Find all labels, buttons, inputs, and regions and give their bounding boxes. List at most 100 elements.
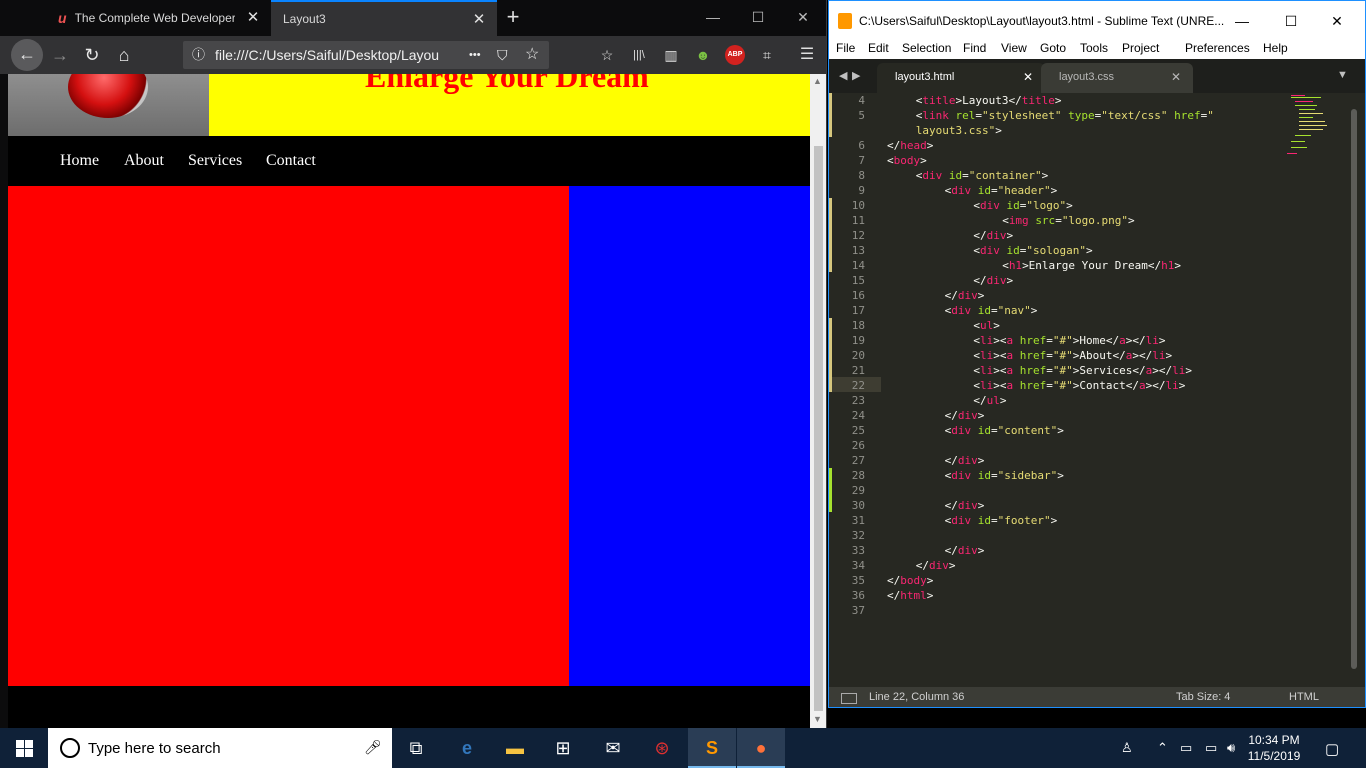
menu-goto[interactable]: Goto: [1040, 41, 1066, 55]
maximize-button[interactable]: ☐: [746, 6, 770, 28]
back-button[interactable]: ←: [11, 39, 43, 71]
editor-tab-layout3-html[interactable]: layout3.html ✕: [877, 63, 1045, 93]
code-line[interactable]: <img src="logo.png">: [1002, 214, 1134, 227]
close-icon[interactable]: ✕: [1023, 63, 1033, 91]
close-icon[interactable]: ✕: [1171, 63, 1181, 91]
syntax-mode[interactable]: HTML: [1289, 691, 1319, 703]
bookmark-star-icon[interactable]: ☆: [525, 41, 539, 69]
menu-selection[interactable]: Selection: [902, 41, 951, 55]
forward-button[interactable]: →: [45, 40, 75, 70]
search-box[interactable]: Type here to search 🎤︎: [48, 728, 392, 768]
panel-toggle-icon[interactable]: [841, 693, 857, 704]
notification-icon[interactable]: ▢: [1325, 740, 1339, 758]
menu-project[interactable]: Project: [1122, 41, 1159, 55]
close-icon[interactable]: ✕: [471, 12, 487, 28]
file-explorer-icon[interactable]: ▬: [491, 728, 539, 768]
minimize-button[interactable]: —: [701, 6, 725, 28]
edge-icon[interactable]: e: [443, 728, 491, 768]
task-view-icon[interactable]: ⧉: [392, 728, 440, 768]
code-line[interactable]: </head>: [887, 139, 933, 152]
page-scrollbar[interactable]: ▲ ▼: [810, 74, 826, 728]
code-line[interactable]: <div id="container">: [916, 169, 1048, 182]
minimize-button[interactable]: —: [1231, 11, 1253, 31]
menu-preferences[interactable]: Preferences: [1185, 41, 1250, 55]
code-line[interactable]: </div>: [916, 559, 956, 572]
editor-tab-layout3-css[interactable]: layout3.css ✕: [1041, 63, 1193, 93]
menu-edit[interactable]: Edit: [868, 41, 889, 55]
chevron-up-icon[interactable]: ⌃: [1157, 740, 1168, 756]
browser-tab-layout3[interactable]: Layout3 ✕: [271, 0, 497, 36]
sidebar-icon[interactable]: ▥: [661, 45, 681, 65]
code-line[interactable]: <div id="sologan">: [973, 244, 1092, 257]
close-window-button[interactable]: ✕: [791, 6, 815, 28]
code-line[interactable]: <body>: [887, 154, 927, 167]
extension-icon[interactable]: ☻: [693, 45, 713, 65]
code-editor[interactable]: 4 5 6 7 8 9 10 11 12 13 14 15 16 17 18 19 20 21 22 23 24 25 26…: [829, 93, 1365, 687]
store-icon[interactable]: ⊞: [539, 728, 587, 768]
code-line[interactable]: <div id="header">: [945, 184, 1058, 197]
url-text[interactable]: file:///C:/Users/Saiful/Desktop/Layou: [215, 41, 465, 69]
code-line[interactable]: </div>: [945, 409, 985, 422]
clock[interactable]: 10:34 PM 11/5/2019: [1244, 732, 1304, 764]
code-line[interactable]: <h1>Enlarge Your Dream</h1>: [1002, 259, 1181, 272]
info-icon[interactable]: ⓘ: [192, 41, 205, 69]
battery-icon[interactable]: ▭: [1205, 740, 1217, 756]
code-line[interactable]: <div id="sidebar">: [945, 469, 1064, 482]
nav-link-home[interactable]: Home: [60, 152, 99, 170]
maximize-button[interactable]: ☐: [1280, 11, 1302, 31]
code-line[interactable]: </ul>: [973, 394, 1006, 407]
volume-icon[interactable]: 🔊︎: [1227, 740, 1235, 756]
code-line[interactable]: </div>: [973, 229, 1013, 242]
close-icon[interactable]: ✕: [245, 10, 261, 26]
tab-left-icon[interactable]: ◀: [839, 69, 847, 82]
minimap[interactable]: [1281, 93, 1351, 173]
code-line[interactable]: <title>Layout3</title>: [916, 94, 1062, 107]
library-icon[interactable]: |||\: [629, 45, 649, 65]
start-button[interactable]: [0, 728, 48, 768]
scroll-down-icon[interactable]: ▼: [813, 714, 822, 724]
editor-scrollbar[interactable]: [1351, 109, 1357, 669]
browser-tab-course[interactable]: u The Complete Web Developer ✕: [46, 0, 271, 36]
adblock-icon[interactable]: ABP: [725, 45, 745, 65]
code-line[interactable]: </div>: [945, 544, 985, 557]
scroll-up-icon[interactable]: ▲: [813, 76, 822, 86]
code-line[interactable]: </div>: [945, 289, 985, 302]
reload-button[interactable]: ↻: [77, 40, 107, 70]
scrollbar-thumb[interactable]: [814, 146, 823, 711]
code-line[interactable]: <ul>: [973, 319, 1000, 332]
tab-dropdown-icon[interactable]: ▼: [1337, 69, 1348, 81]
microphone-icon[interactable]: 🎤︎: [364, 739, 382, 756]
code-line[interactable]: </div>: [945, 499, 985, 512]
code-line[interactable]: <li><a href="#">About</a></li>: [973, 349, 1172, 362]
tab-size[interactable]: Tab Size: 4: [1176, 691, 1230, 703]
code-line[interactable]: <li><a href="#">Services</a></li>: [973, 364, 1192, 377]
code-line[interactable]: <div id="nav">: [945, 304, 1038, 317]
code-line[interactable]: <link rel="stylesheet" type="text/css" h…: [916, 109, 1214, 122]
page-actions-button[interactable]: •••: [469, 41, 481, 69]
menu-tools[interactable]: Tools: [1080, 41, 1108, 55]
new-tab-button[interactable]: +: [502, 6, 524, 28]
people-icon[interactable]: ♙: [1121, 740, 1133, 756]
nav-link-about[interactable]: About: [124, 152, 164, 170]
code-line[interactable]: <div id="content">: [945, 424, 1064, 437]
code-line[interactable]: </html>: [887, 589, 933, 602]
bookmarks-star-icon[interactable]: ☆: [597, 45, 617, 65]
pocket-icon[interactable]: ⛉: [497, 41, 508, 69]
nav-link-services[interactable]: Services: [188, 152, 242, 170]
menu-view[interactable]: View: [1001, 41, 1027, 55]
network-icon[interactable]: ▭: [1180, 740, 1192, 756]
nav-link-contact[interactable]: Contact: [266, 152, 316, 170]
screenshot-icon[interactable]: ⌗: [757, 45, 777, 65]
menu-icon[interactable]: ☰: [797, 45, 817, 65]
tab-right-icon[interactable]: ▶: [852, 69, 860, 82]
code-line[interactable]: <div id="footer">: [945, 514, 1058, 527]
code-line[interactable]: </div>: [973, 274, 1013, 287]
code-line[interactable]: </div>: [945, 454, 985, 467]
url-bar[interactable]: ⓘ file:///C:/Users/Saiful/Desktop/Layou …: [183, 41, 549, 69]
menu-find[interactable]: Find: [963, 41, 986, 55]
home-button[interactable]: ⌂: [109, 40, 139, 70]
menu-help[interactable]: Help: [1263, 41, 1288, 55]
code-line[interactable]: layout3.css">: [916, 124, 1002, 137]
sublime-text-icon[interactable]: S: [688, 728, 736, 768]
mail-icon[interactable]: ✉: [589, 728, 637, 768]
